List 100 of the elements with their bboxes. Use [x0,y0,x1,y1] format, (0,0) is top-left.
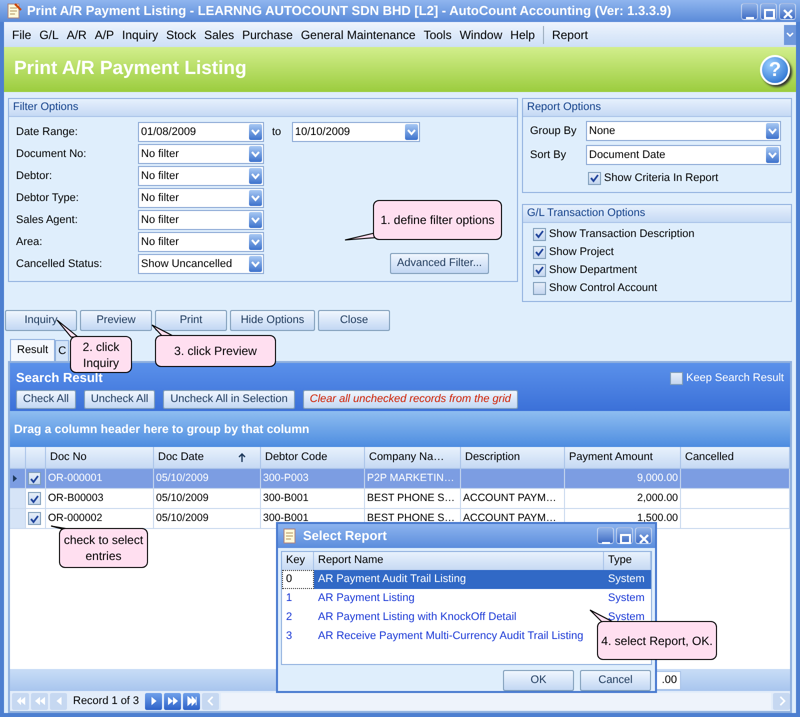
sort-arrow-icon[interactable] [238,452,246,462]
menu-item[interactable]: General Maintenance [296,26,420,44]
clear-button[interactable]: Clear all unchecked records from the grid [302,390,518,409]
menu-item[interactable]: Sales [200,26,238,44]
list-cell-text: AR Receive Payment Multi-Currency Audit Trail Listing [318,628,584,644]
header-cell [26,447,46,469]
checkbox[interactable] [533,228,546,240]
checkbox[interactable] [28,492,41,505]
list-cell-text: AR Payment Audit Trail Listing [318,572,466,587]
table-cell: 05/10/2009 [154,489,261,509]
field-label: Area: [16,234,44,250]
action-button[interactable]: Preview [80,310,152,331]
checkbox[interactable] [533,264,546,276]
column-header[interactable]: Payment Amount [565,447,681,469]
checkbox[interactable] [670,372,684,384]
checkbox-label: Keep Search Result [686,370,784,386]
dropdown-field[interactable]: None [586,121,781,141]
dropdown-icon[interactable] [249,256,262,272]
dropdown-field[interactable]: 01/08/2009 [138,122,264,142]
tab[interactable]: Result [10,339,56,361]
maximize-button[interactable] [760,2,777,20]
cancel-button[interactable]: Cancel [580,670,651,691]
column-header[interactable]: Description [461,447,565,469]
table-cell: BEST PHONE S… [365,489,461,509]
table-cell: 9,000.00 [565,469,681,489]
grid-button[interactable]: Uncheck All [84,390,156,409]
menu-item[interactable]: A/R [62,26,91,44]
list-cell-text: 1 [286,590,292,606]
menu-item[interactable]: Tools [420,26,456,44]
row-indicator[interactable] [10,469,26,489]
dropdown-field[interactable]: Document Date [586,145,781,165]
menu-item[interactable]: Help [506,26,539,44]
next-page-icon[interactable] [168,696,178,706]
ok-button[interactable]: OK [503,670,574,691]
dropdown-icon[interactable] [249,190,262,206]
group-hint: Drag a column header here to group by that column [10,411,790,447]
dropdown-field[interactable]: No filter [138,188,264,208]
table-cell: OR-B00003 [46,489,154,509]
dropdown-icon[interactable] [766,123,779,139]
menu-item[interactable]: Stock [162,26,200,44]
menu-item[interactable]: Purchase [238,26,297,44]
checkbox[interactable] [28,512,41,525]
menu-item[interactable]: Inquiry [118,26,162,44]
list-cell-text: 2 [286,610,292,625]
last-button[interactable] [183,692,200,710]
action-button[interactable]: Inquiry [5,310,77,331]
grid-button[interactable]: Check All [16,390,76,409]
list-row[interactable]: 1 AR Payment Listing System [282,588,651,608]
callout-tooltip: 2. click Inquiry [70,336,132,373]
column-header[interactable]: Cancelled [681,447,790,469]
dropdown-icon[interactable] [249,234,262,250]
menu-item[interactable]: File [8,26,36,44]
column-header[interactable]: Company Na… [365,447,461,469]
close-button[interactable] [635,527,652,544]
column-header[interactable]: Doc No [46,447,154,469]
checkbox[interactable] [28,472,41,485]
checkbox-label: Show Criteria In Report [604,170,718,186]
next-button[interactable] [145,692,162,710]
maximize-button[interactable] [616,527,633,544]
dropdown-field[interactable]: No filter [138,232,264,252]
grid-button[interactable]: Uncheck All in Selection [163,390,295,409]
list-cell-text: 0 [286,572,292,587]
checkbox[interactable] [588,172,601,184]
total-cell-text: .00 [662,673,677,688]
checkbox[interactable] [533,246,546,258]
dropdown-icon[interactable] [249,168,262,184]
dropdown-icon[interactable] [766,147,779,163]
dropdown-field[interactable]: 10/10/2009 [292,122,420,142]
dropdown-icon[interactable] [405,124,418,140]
panel-title: Filter Options [9,99,517,117]
action-button[interactable]: Hide Options [230,310,315,331]
dropdown-icon[interactable] [249,124,262,140]
minimize-button[interactable] [597,527,614,544]
column-header[interactable]: Doc Date [154,447,261,469]
menu-item[interactable]: G/L [35,26,63,44]
checkbox[interactable] [533,282,546,294]
next-icon[interactable] [148,696,159,706]
menu-item[interactable]: Window [456,26,506,44]
last-icon[interactable] [186,696,197,706]
advanced-filter-button[interactable]: Advanced Filter... [390,253,489,274]
checkbox-label: Show Transaction Description [549,226,695,242]
action-button[interactable]: Print [155,310,227,331]
close-button[interactable] [779,2,796,20]
column-header[interactable]: Debtor Code [261,447,365,469]
dropdown-icon[interactable] [249,212,262,228]
field-label: Group By [530,124,578,139]
menu-item[interactable]: A/P [90,26,118,44]
dropdown-field[interactable]: Show Uncancelled [138,254,264,274]
dropdown-icon[interactable] [249,146,262,162]
dropdown-field[interactable]: No filter [138,144,264,164]
overflow-icon[interactable] [784,24,796,44]
dropdown-field[interactable]: No filter [138,166,264,186]
minimize-button[interactable] [741,2,758,20]
action-button[interactable]: Close [318,310,390,331]
dropdown-field[interactable]: No filter [138,210,264,230]
list-cell-text: AR Payment Listing [318,590,415,606]
tab[interactable]: C [55,340,70,361]
next-page-button[interactable] [164,692,182,710]
list-cell-text: 3 [286,628,292,644]
menu-item[interactable]: Report [548,26,592,44]
